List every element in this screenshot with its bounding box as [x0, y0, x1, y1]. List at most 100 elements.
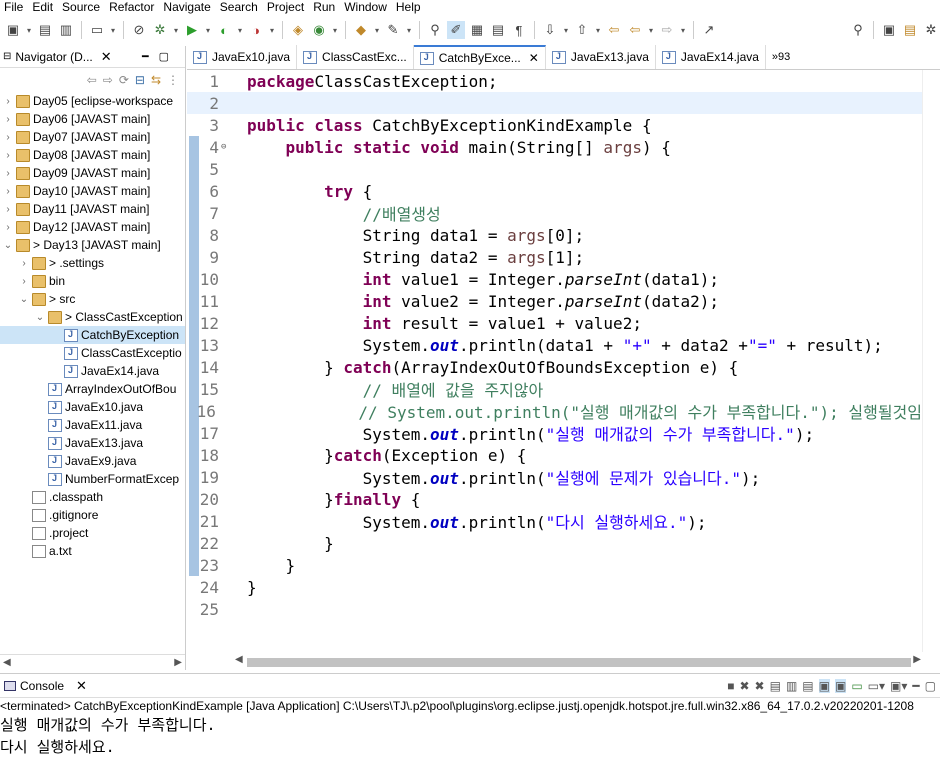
remove-launch-icon[interactable]: ✖ — [739, 679, 749, 693]
forward-icon[interactable]: ⇨ — [658, 21, 676, 39]
pin-editor-icon[interactable]: ↗ — [700, 21, 718, 39]
next-annotation-dropdown-icon[interactable]: ▾ — [562, 21, 570, 39]
tree-item[interactable]: › > .settings — [0, 254, 185, 272]
close-icon[interactable]: ✕ — [101, 49, 112, 65]
tree-item[interactable]: JavaEx14.java — [0, 362, 185, 380]
chevron-right-icon[interactable]: › — [2, 150, 14, 161]
open-type-icon[interactable]: ◆ — [352, 21, 370, 39]
back-icon[interactable]: ⇦ — [87, 73, 97, 87]
menu-refactor[interactable]: Refactor — [105, 0, 159, 14]
last-edit-icon[interactable]: ⇦ — [605, 21, 623, 39]
new-class-dropdown-icon[interactable]: ▾ — [331, 21, 339, 39]
remove-all-terminated-icon[interactable]: ✖ — [755, 679, 765, 693]
open-type-dropdown-icon[interactable]: ▾ — [373, 21, 381, 39]
collapse-icon[interactable]: ⊖ — [221, 142, 232, 152]
chevron-right-icon[interactable]: › — [2, 114, 14, 125]
search-icon[interactable]: ⚲ — [849, 21, 867, 39]
back-dropdown-icon[interactable]: ▾ — [647, 21, 655, 39]
menu-navigate[interactable]: Navigate — [159, 0, 215, 14]
code-editor[interactable]: 1 packageClassCastException; 2 3 public clas… — [187, 70, 922, 652]
link-with-editor-icon[interactable]: ⇆ — [151, 73, 161, 87]
tree-item[interactable]: .classpath — [0, 488, 185, 506]
java-perspective-icon[interactable]: ▤ — [901, 21, 919, 39]
editor-vscroll[interactable] — [922, 70, 940, 652]
terminal-icon[interactable]: ▭ — [88, 21, 106, 39]
debug-dropdown-icon[interactable]: ▾ — [172, 21, 180, 39]
word-wrap-icon[interactable]: ▤ — [489, 21, 507, 39]
new-java-project-icon[interactable]: ◈ — [289, 21, 307, 39]
navigator-tab-title[interactable]: Navigator (D... — [15, 50, 92, 64]
chevron-right-icon[interactable]: › — [2, 132, 14, 143]
skip-breakpoints-icon[interactable]: ⊘ — [130, 21, 148, 39]
new-dropdown-icon[interactable]: ▾ — [25, 21, 33, 39]
external-tools-dropdown-icon[interactable]: ▾ — [268, 21, 276, 39]
tree-item[interactable]: JavaEx13.java — [0, 434, 185, 452]
coverage-icon[interactable]: ◐ — [215, 21, 233, 39]
tree-item[interactable]: › Day07 [JAVAST main] — [0, 128, 185, 146]
search-tool-icon[interactable]: ✎ — [384, 21, 402, 39]
tree-item[interactable]: JavaEx11.java — [0, 416, 185, 434]
chevron-right-icon[interactable]: › — [2, 96, 14, 107]
tree-item[interactable]: JavaEx9.java — [0, 452, 185, 470]
menu-source[interactable]: Source — [58, 0, 105, 14]
tree-item[interactable]: JavaEx10.java — [0, 398, 185, 416]
up-icon[interactable]: ⟳ — [119, 73, 129, 87]
menu-file[interactable]: File — [0, 0, 28, 14]
chevron-right-icon[interactable]: › — [18, 258, 30, 269]
tree-item[interactable]: .gitignore — [0, 506, 185, 524]
menu-window[interactable]: Window — [340, 0, 392, 14]
console-tab-title[interactable]: Console — [20, 679, 64, 693]
save-all-icon[interactable]: ▥ — [57, 21, 75, 39]
chevron-down-icon[interactable]: ⌄ — [34, 312, 46, 323]
tree-item[interactable]: ⌄ > ClassCastException — [0, 308, 185, 326]
minimize-maximize-icons[interactable]: ━▢ — [142, 50, 179, 63]
run-icon[interactable]: ▶ — [183, 21, 201, 39]
previous-annotation-dropdown-icon[interactable]: ▾ — [594, 21, 602, 39]
chevron-right-icon[interactable]: › — [2, 204, 14, 215]
forward-icon[interactable]: ⇨ — [103, 73, 113, 87]
tree-item[interactable]: › Day05 [eclipse-workspace — [0, 92, 185, 110]
tree-item[interactable]: › Day06 [JAVAST main] — [0, 110, 185, 128]
maximize-icon[interactable]: ▢ — [925, 679, 936, 693]
scroll-lock-icon[interactable]: ▥ — [786, 679, 797, 693]
chevron-right-icon[interactable]: › — [18, 276, 30, 287]
tab-overflow[interactable]: »93 — [766, 45, 796, 69]
editor-tab[interactable]: CatchByExce... ✕ — [413, 45, 546, 69]
scroll-left-icon[interactable]: ◀ — [3, 657, 11, 668]
new-class-icon[interactable]: ◉ — [310, 21, 328, 39]
collapse-all-icon[interactable]: ⊟ — [135, 73, 145, 87]
close-icon[interactable]: ✕ — [76, 678, 87, 694]
chevron-right-icon[interactable]: › — [2, 222, 14, 233]
tree-item[interactable]: ⌄ > Day13 [JAVAST main] — [0, 236, 185, 254]
pin-console-icon[interactable]: ▭ — [851, 679, 862, 693]
scroll-right-icon[interactable]: ▶ — [913, 654, 921, 665]
console-output[interactable]: 실행 매개값의 수가 부족합니다. 다시 실행하세요. — [0, 714, 940, 758]
menu-run[interactable]: Run — [309, 0, 340, 14]
editor-tab[interactable]: ClassCastExc... — [297, 45, 414, 69]
view-menu-icon[interactable]: ⋮ — [167, 73, 179, 87]
debug-icon[interactable]: ✲ — [151, 21, 169, 39]
back-icon[interactable]: ⇦ — [626, 21, 644, 39]
coverage-dropdown-icon[interactable]: ▾ — [236, 21, 244, 39]
minimize-icon[interactable]: ━ — [912, 679, 919, 693]
tree-item[interactable]: › Day08 [JAVAST main] — [0, 146, 185, 164]
chevron-down-icon[interactable]: ⌄ — [18, 294, 30, 305]
tree-item[interactable]: › Day11 [JAVAST main] — [0, 200, 185, 218]
open-console-icon[interactable]: ▣▾ — [890, 679, 907, 693]
editor-hscroll[interactable]: ◀ ▶ — [235, 654, 921, 670]
scroll-left-icon[interactable]: ◀ — [235, 654, 243, 665]
menu-edit[interactable]: Edit — [28, 0, 58, 14]
clear-console-icon[interactable]: ▤ — [770, 679, 781, 693]
toggle-annotation-icon[interactable]: ⚲ — [426, 21, 444, 39]
menu-project[interactable]: Project — [263, 0, 309, 14]
tree-item[interactable]: ClassCastExceptio — [0, 344, 185, 362]
external-tools-icon[interactable]: ◑ — [247, 21, 265, 39]
menu-search[interactable]: Search — [216, 0, 263, 14]
new-icon[interactable]: ▣ — [4, 21, 22, 39]
run-dropdown-icon[interactable]: ▾ — [204, 21, 212, 39]
editor-tab[interactable]: JavaEx14.java — [656, 45, 766, 69]
terminal-dropdown-icon[interactable]: ▾ — [109, 21, 117, 39]
tree-item[interactable]: ⌄ > src — [0, 290, 185, 308]
save-icon[interactable]: ▤ — [36, 21, 54, 39]
word-wrap-icon[interactable]: ▤ — [802, 679, 813, 693]
